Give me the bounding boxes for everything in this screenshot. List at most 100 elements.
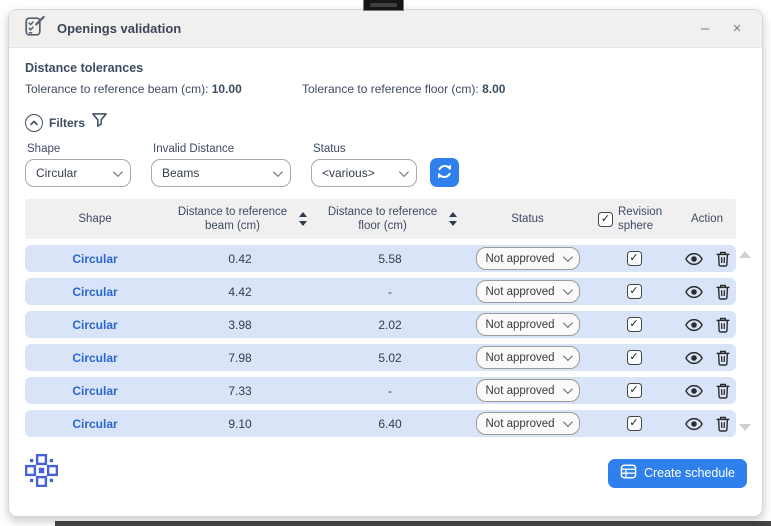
table-row: Circular 3.98 2.02 Not approved ✓ xyxy=(25,311,736,338)
col-floor-distance[interactable]: Distance to reference floor (cm) xyxy=(315,205,465,234)
status-select[interactable]: Not approved xyxy=(476,247,580,270)
status-value: Not approved xyxy=(486,286,555,298)
floor-distance-value: - xyxy=(315,285,465,299)
shape-link[interactable]: Circular xyxy=(72,318,117,332)
sort-desc-icon[interactable] xyxy=(449,221,457,226)
refresh-icon xyxy=(435,162,454,184)
shape-link[interactable]: Circular xyxy=(72,351,117,365)
tolerance-floor-value: 8.00 xyxy=(482,82,505,96)
beam-distance-value: 7.33 xyxy=(165,384,315,398)
distance-tolerances-heading: Distance tolerances xyxy=(25,61,746,75)
scroll-up-arrow[interactable] xyxy=(739,251,751,258)
status-value: Not approved xyxy=(486,352,555,364)
schedule-table-icon xyxy=(620,464,637,482)
beam-distance-value: 3.98 xyxy=(165,318,315,332)
shape-filter-select[interactable]: Circular xyxy=(25,159,131,187)
tolerance-beam-value: 10.00 xyxy=(212,82,242,96)
invalid-distance-filter-select[interactable]: Beams xyxy=(151,159,291,187)
revision-sphere-checkbox[interactable]: ✓ xyxy=(627,317,642,332)
refresh-button[interactable] xyxy=(430,158,459,187)
status-select[interactable]: Not approved xyxy=(476,280,580,303)
sort-arrows[interactable] xyxy=(449,212,457,226)
delete-trash-icon[interactable] xyxy=(716,284,730,300)
table-row: Circular 7.33 - Not approved ✓ xyxy=(25,377,736,404)
chevron-down-icon xyxy=(562,351,572,361)
delete-trash-icon[interactable] xyxy=(716,383,730,399)
table-row: Circular 4.42 - Not approved ✓ xyxy=(25,278,736,305)
view-eye-icon[interactable] xyxy=(685,384,703,398)
col-action: Action xyxy=(678,212,736,226)
view-eye-icon[interactable] xyxy=(685,252,703,266)
status-select[interactable]: Not approved xyxy=(476,346,580,369)
shape-link[interactable]: Circular xyxy=(72,252,117,266)
revision-sphere-checkbox[interactable]: ✓ xyxy=(627,416,642,431)
create-schedule-label: Create schedule xyxy=(644,466,735,480)
floor-distance-value: - xyxy=(315,384,465,398)
shape-link[interactable]: Circular xyxy=(72,384,117,398)
chevron-down-icon xyxy=(562,384,572,394)
col-status: Status xyxy=(465,212,590,226)
invalid-distance-filter-label: Invalid Distance xyxy=(151,143,291,155)
collapse-filters-button[interactable] xyxy=(25,114,43,132)
delete-trash-icon[interactable] xyxy=(716,416,730,432)
status-filter-select[interactable]: <various> xyxy=(311,159,417,187)
status-filter-label: Status xyxy=(311,143,417,155)
view-eye-icon[interactable] xyxy=(685,351,703,365)
openings-validation-dialog: Openings validation – × Distance toleran… xyxy=(8,9,763,517)
shape-link[interactable]: Circular xyxy=(72,417,117,431)
sort-desc-icon[interactable] xyxy=(299,221,307,226)
title-bar[interactable]: Openings validation – × xyxy=(9,10,762,48)
scroll-down-arrow[interactable] xyxy=(739,424,751,431)
revision-sphere-checkbox[interactable]: ✓ xyxy=(627,284,642,299)
tolerance-beam: Tolerance to reference beam (cm): 10.00 xyxy=(25,82,302,96)
shape-filter-label: Shape xyxy=(25,143,131,155)
table-row: Circular 0.42 5.58 Not approved ✓ xyxy=(25,245,736,272)
beam-distance-value: 4.42 xyxy=(165,285,315,299)
status-select[interactable]: Not approved xyxy=(476,412,580,435)
delete-trash-icon[interactable] xyxy=(716,251,730,267)
view-eye-icon[interactable] xyxy=(685,417,703,431)
beam-distance-value: 7.98 xyxy=(165,351,315,365)
create-schedule-button[interactable]: Create schedule xyxy=(608,459,747,488)
sort-asc-icon[interactable] xyxy=(449,212,457,217)
chevron-down-icon xyxy=(562,252,572,262)
floor-distance-value: 2.02 xyxy=(315,318,465,332)
floor-distance-value: 5.02 xyxy=(315,351,465,365)
chevron-down-icon xyxy=(113,167,123,177)
delete-trash-icon[interactable] xyxy=(716,350,730,366)
screen-edge-bar xyxy=(55,521,771,526)
minimize-button[interactable]: – xyxy=(694,18,716,40)
revision-sphere-checkbox[interactable]: ✓ xyxy=(627,350,642,365)
revision-sphere-checkbox[interactable]: ✓ xyxy=(627,251,642,266)
filters-heading: Filters xyxy=(49,116,85,130)
chevron-down-icon xyxy=(273,167,283,177)
window-title: Openings validation xyxy=(57,21,181,36)
status-filter-value: <various> xyxy=(322,166,375,180)
col-beam-distance[interactable]: Distance to reference beam (cm) xyxy=(165,205,315,234)
chevron-down-icon xyxy=(562,285,572,295)
sort-arrows[interactable] xyxy=(299,212,307,226)
table-row: Circular 7.98 5.02 Not approved ✓ xyxy=(25,344,736,371)
invalid-distance-filter-value: Beams xyxy=(162,166,199,180)
shape-filter-value: Circular xyxy=(36,166,77,180)
revision-sphere-checkbox[interactable]: ✓ xyxy=(627,383,642,398)
status-value: Not approved xyxy=(486,319,555,331)
view-eye-icon[interactable] xyxy=(685,285,703,299)
sort-asc-icon[interactable] xyxy=(299,212,307,217)
status-select[interactable]: Not approved xyxy=(476,379,580,402)
chevron-down-icon xyxy=(562,318,572,328)
chevron-down-icon xyxy=(399,167,409,177)
revision-sphere-select-all-checkbox[interactable]: ✓ xyxy=(598,212,613,227)
view-eye-icon[interactable] xyxy=(685,318,703,332)
floor-distance-value: 5.58 xyxy=(315,252,465,266)
col-shape: Shape xyxy=(25,212,165,226)
floor-distance-value: 6.40 xyxy=(315,417,465,431)
status-select[interactable]: Not approved xyxy=(476,313,580,336)
chevron-down-icon xyxy=(562,417,572,427)
shape-link[interactable]: Circular xyxy=(72,285,117,299)
delete-trash-icon[interactable] xyxy=(716,317,730,333)
close-button[interactable]: × xyxy=(726,18,748,40)
status-value: Not approved xyxy=(486,418,555,430)
table-row: Circular 9.10 6.40 Not approved ✓ xyxy=(25,410,736,437)
status-value: Not approved xyxy=(486,253,555,265)
